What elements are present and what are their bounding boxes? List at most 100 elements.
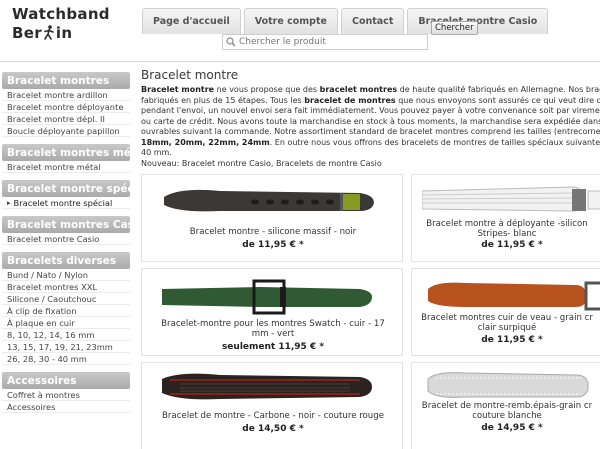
strap-image (162, 373, 372, 400)
category-accessoires: Accessoires Coffret à montres Accessoire… (2, 372, 130, 413)
price-prefix: de (242, 240, 258, 250)
tab-home[interactable]: Page d'accueil (142, 8, 241, 34)
product-card[interactable]: Bracelet-montre pour les montres Swatch … (141, 268, 403, 356)
category-header[interactable]: Accessoires (2, 372, 130, 389)
category-bracelet-montres: Bracelet montres Bracelet montre ardillo… (2, 72, 130, 137)
sidebar-item[interactable]: Bracelet montre dépl. II (2, 113, 130, 125)
price-prefix: de (481, 335, 497, 345)
product-name-line: Bracelet montre à déployante -silicon (426, 219, 588, 229)
category-header[interactable]: Bracelet montres Casio (2, 216, 130, 233)
product-price: de 11,95 € * (412, 335, 600, 345)
sidebar-item[interactable]: 26, 28, 30 - 40 mm (2, 353, 130, 365)
sidebar-item-label: Bracelet montre spécial (13, 197, 113, 208)
product-price: seulement 11,95 € * (142, 342, 404, 352)
search-input[interactable] (239, 35, 425, 49)
logo-part-a: Ber (12, 24, 42, 42)
product-name[interactable]: Bracelet de montre - Carbone - noir - co… (142, 411, 404, 421)
category-header[interactable]: Bracelet montres métal (2, 144, 130, 161)
sidebar-item[interactable]: 13, 15, 17, 19, 21, 23mm (2, 341, 130, 353)
sidebar-item[interactable]: Silicone / Caoutchouc (2, 293, 130, 305)
price-prefix: de (481, 423, 497, 433)
category-header[interactable]: Bracelet montres (2, 72, 130, 89)
intro-sizes: 18mm, 20mm, 22mm, 24mm (141, 137, 270, 147)
main-content: Bracelet montre Bracelet montre ne vous … (141, 66, 600, 449)
product-price: de 14,95 € * (412, 423, 600, 433)
intro-text-seg: de haute qualité fabriqués en Allemagne.… (397, 85, 600, 94)
sidebar-item[interactable]: Bracelet montres XXL (2, 281, 130, 293)
product-name-line: couture blanche (472, 411, 542, 421)
product-card[interactable]: Bracelet de montre - Carbone - noir - co… (141, 362, 403, 449)
category-header[interactable]: Bracelets diverses (2, 252, 130, 269)
sidebar-item[interactable]: À clip de fixation (2, 305, 130, 317)
price-prefix: seulement (221, 342, 279, 352)
intro-line-6: 18mm, 20mm, 22mm, 24mm. En outre nous vo… (141, 138, 600, 149)
sidebar-item[interactable]: Boucle déployante papillon (2, 125, 130, 137)
product-name-line: Bracelet de montre-remb.épais-grain cr (421, 401, 593, 411)
tab-casio[interactable]: Bracelet montre Casio (407, 8, 549, 34)
sidebar-item[interactable]: Bracelet montre Casio (2, 233, 130, 245)
sidebar-item[interactable]: Bracelet montre déployante (2, 101, 130, 113)
strap-image (427, 372, 589, 398)
site-logo[interactable]: Watchband Ber in (12, 6, 110, 42)
product-name[interactable]: Bracelet montre - silicone massif - noir (142, 227, 404, 237)
sidebar-item[interactable]: Bracelet montre ardillon (2, 89, 130, 101)
price-value: 11,95 € * (278, 342, 325, 352)
intro-text-seg: ne vous propose que des (214, 85, 320, 94)
product-price: de 11,95 € * (412, 240, 600, 250)
price-value: 11,95 € * (496, 335, 543, 345)
price-value: 14,50 € * (257, 424, 304, 434)
intro-line-2: fabriqués en plus de 15 étapes. Tous les… (141, 96, 600, 107)
sidebar-item[interactable]: Coffret à montres (2, 389, 130, 401)
tab-contact[interactable]: Contact (340, 8, 405, 34)
product-card[interactable]: Bracelet montre à déployante -silicon Str… (411, 174, 600, 262)
strap-image (164, 189, 374, 212)
sidebar-item[interactable]: À plaque en cuir (2, 317, 130, 329)
strap-image (162, 279, 372, 315)
page-title: Bracelet montre (141, 68, 239, 82)
intro-line-8[interactable]: Nouveau: Bracelet montre Casio, Bracelet… (141, 159, 600, 170)
product-card[interactable]: Bracelet montres cuir de veau - grain cr… (411, 268, 600, 356)
strap-image (428, 281, 600, 311)
product-name-line: Bracelet-montre pour les montres Swatch … (161, 319, 385, 329)
product-name-line: Stripes- blanc (477, 229, 537, 239)
intro-line-3: pendant l'envoi, un nouvel envoi sera fa… (141, 106, 600, 115)
search-button[interactable]: Chercher (431, 21, 478, 35)
product-price: de 14,50 € * (142, 424, 404, 434)
price-prefix: de (481, 240, 497, 250)
intro-bold: Bracelet montre (141, 85, 215, 94)
search-icon (223, 35, 239, 49)
product-name[interactable]: Bracelet montres cuir de veau - grain cr… (402, 313, 600, 333)
intro-line-4: ou carte de crédit. Nous avons toute la … (141, 116, 600, 126)
tab-account[interactable]: Votre compte (243, 8, 338, 34)
sidebar-item-active[interactable]: ▸ Bracelet montre spécial (2, 197, 130, 209)
intro-line-7: 40 mm. (141, 148, 172, 157)
category-special: Bracelet montre spécial ▸Bracelet montre… (2, 180, 130, 209)
category-diverses: Bracelets diverses Bund / Nato / Nylon B… (2, 252, 130, 365)
intro-text-seg: fabriqués en plus de 15 étapes. Tous les (141, 95, 305, 105)
sidebar-item[interactable]: 8, 10, 12, 14, 16 mm (2, 329, 130, 341)
search-box (222, 34, 428, 50)
sidebar-item[interactable]: Bracelet montre métal (2, 161, 130, 173)
sidebar: Bracelet montres Bracelet montre ardillo… (2, 72, 130, 420)
intro-text-seg: que nous envoyons sont assurés ce qui ve… (395, 95, 600, 105)
logo-line-1: Watchband (12, 5, 110, 23)
strap-image (422, 186, 600, 212)
intro-bold: bracelet de montres (304, 95, 396, 105)
product-name[interactable]: Bracelet de montre-remb.épais-grain cr co… (402, 401, 600, 421)
logo-line-2: Ber in (12, 23, 110, 42)
product-name[interactable]: Bracelet montre à déployante -silicon Str… (402, 219, 600, 239)
sidebar-item[interactable]: Bund / Nato / Nylon (2, 269, 130, 281)
price-prefix: de (242, 424, 258, 434)
intro-line-1: Bracelet montre ne vous propose que des … (141, 85, 600, 96)
product-name[interactable]: Bracelet-montre pour les montres Swatch … (142, 319, 404, 339)
main-nav: Page d'accueil Votre compte Contact Brac… (142, 8, 551, 34)
product-price: de 11,95 € * (142, 240, 404, 250)
intro-text-seg: . En outre nous vous offrons des bracele… (269, 137, 600, 147)
price-value: 11,95 € * (257, 240, 304, 250)
category-header[interactable]: Bracelet montre spécial (2, 180, 130, 197)
product-card[interactable]: Bracelet de montre-remb.épais-grain cr co… (411, 362, 600, 449)
logo-part-b: in (55, 24, 73, 42)
sidebar-item[interactable]: Accessoires (2, 401, 130, 413)
product-card[interactable]: Bracelet montre - silicone massif - noir… (141, 174, 403, 262)
product-name-line: Bracelet montres cuir de veau - grain cr (421, 313, 593, 323)
